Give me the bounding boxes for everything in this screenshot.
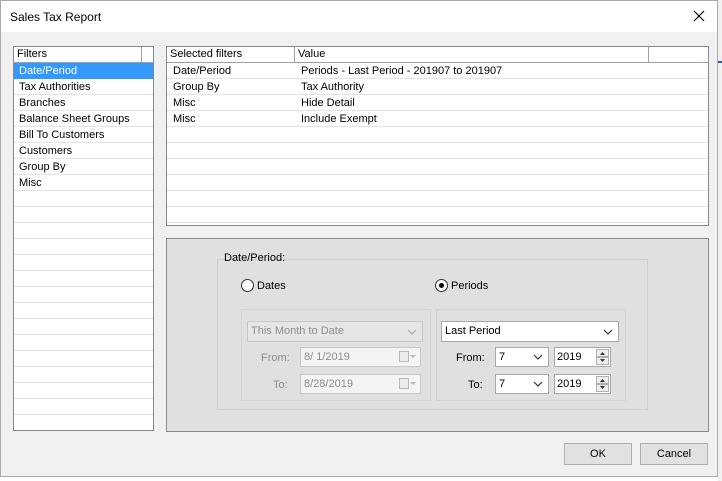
from-period-select[interactable]: 7: [495, 347, 549, 367]
date-period-panel: Date/Period: Dates Periods This Month to…: [166, 238, 709, 432]
date-period-label: Date/Period:: [224, 252, 286, 264]
selected-filters-grid[interactable]: Selected filters Value Date/Period Period…: [166, 46, 709, 226]
dates-from-label: From:: [261, 352, 290, 364]
from-year-spinner[interactable]: 2019: [554, 347, 611, 367]
periods-from-label: From:: [456, 352, 485, 364]
selected-filter-value: Periods - Last Period - 201907 to 201907: [301, 65, 503, 77]
dates-to-field[interactable]: 8/28/2019: [300, 374, 421, 394]
spin-down-icon[interactable]: [596, 384, 609, 392]
periods-to-label: To:: [468, 379, 483, 391]
filter-item[interactable]: Misc: [14, 175, 153, 191]
chevron-down-icon: [405, 322, 419, 341]
dates-from-value: 8/ 1/2019: [304, 351, 350, 363]
selected-filters-column-header[interactable]: Selected filters: [167, 47, 295, 62]
from-year-value: 2019: [557, 351, 582, 363]
chevron-down-icon: [531, 375, 545, 393]
dates-radio-label: Dates: [257, 279, 286, 292]
selected-filter-name: Misc: [173, 97, 196, 109]
selected-filter-value: Include Exempt: [301, 113, 377, 125]
chevron-down-icon: [601, 322, 615, 341]
calendar-icon[interactable]: [399, 351, 417, 363]
periods-range-value: Last Period: [445, 325, 501, 337]
dates-range-value: This Month to Date: [251, 325, 344, 337]
close-button[interactable]: [689, 6, 709, 26]
background-accent-mark: [718, 61, 722, 63]
selected-filters-rows: Date/Period Periods - Last Period - 20190…: [167, 63, 708, 224]
selected-filter-row[interactable]: Date/Period Periods - Last Period - 20190…: [167, 63, 708, 79]
filter-item[interactable]: Customers: [14, 143, 153, 159]
close-icon: [693, 10, 705, 22]
selected-filter-value: Hide Detail: [301, 97, 355, 109]
dates-radio-circle[interactable]: [241, 279, 254, 292]
spin-up-icon[interactable]: [596, 349, 609, 357]
filters-column-header[interactable]: Filters: [14, 47, 142, 62]
filter-item[interactable]: Balance Sheet Groups: [14, 111, 153, 127]
filters-rows: Date/Period Tax Authorities Branches Balanc…: [14, 63, 153, 429]
periods-radio-label: Periods: [451, 279, 489, 292]
periods-range-select[interactable]: Last Period: [441, 321, 619, 342]
selected-filter-row[interactable]: Group By Tax Authority: [167, 79, 708, 95]
background-window-edge: [718, 0, 722, 481]
to-year-spin-buttons: [596, 376, 609, 392]
periods-radio[interactable]: Periods: [435, 279, 488, 292]
selected-filter-name: Group By: [173, 81, 220, 93]
dates-to-label: To:: [273, 379, 288, 391]
selected-filter-row[interactable]: Misc Include Exempt: [167, 111, 708, 127]
filter-item[interactable]: Tax Authorities: [14, 79, 153, 95]
cancel-button[interactable]: Cancel: [640, 443, 708, 465]
dates-radio[interactable]: Dates: [241, 279, 286, 292]
ok-button[interactable]: OK: [564, 443, 632, 465]
dates-to-value: 8/28/2019: [304, 378, 353, 390]
dates-range-select[interactable]: This Month to Date: [247, 321, 423, 342]
spin-down-icon[interactable]: [596, 357, 609, 365]
spin-up-icon[interactable]: [596, 376, 609, 384]
title-bar: Sales Tax Report: [1, 1, 717, 32]
selected-filters-header: Selected filters Value: [167, 47, 708, 63]
to-year-spinner[interactable]: 2019: [554, 374, 611, 394]
filters-list-header: Filters: [14, 47, 153, 63]
selected-filter-row[interactable]: Misc Hide Detail: [167, 95, 708, 111]
calendar-icon[interactable]: [399, 378, 417, 390]
value-column-header[interactable]: Value: [295, 47, 649, 62]
to-year-value: 2019: [557, 378, 582, 390]
filter-item[interactable]: Branches: [14, 95, 153, 111]
from-period-value: 7: [499, 351, 506, 363]
sales-tax-report-dialog: Sales Tax Report Filters Date/Period Tax …: [0, 0, 718, 477]
selected-filter-name: Misc: [173, 113, 196, 125]
filter-item[interactable]: Date/Period: [14, 63, 153, 79]
dialog-title: Sales Tax Report: [10, 10, 102, 24]
to-period-select[interactable]: 7: [495, 374, 549, 394]
selected-filter-name: Date/Period: [173, 65, 232, 77]
selected-filter-value: Tax Authority: [301, 81, 364, 93]
to-period-value: 7: [499, 378, 506, 390]
filters-list[interactable]: Filters Date/Period Tax Authorities Branch…: [13, 46, 154, 431]
filter-item[interactable]: Bill To Customers: [14, 127, 153, 143]
from-year-spin-buttons: [596, 349, 609, 365]
dates-from-field[interactable]: 8/ 1/2019: [300, 347, 421, 367]
periods-radio-circle[interactable]: [435, 279, 448, 292]
filter-item[interactable]: Group By: [14, 159, 153, 175]
chevron-down-icon: [531, 348, 545, 366]
